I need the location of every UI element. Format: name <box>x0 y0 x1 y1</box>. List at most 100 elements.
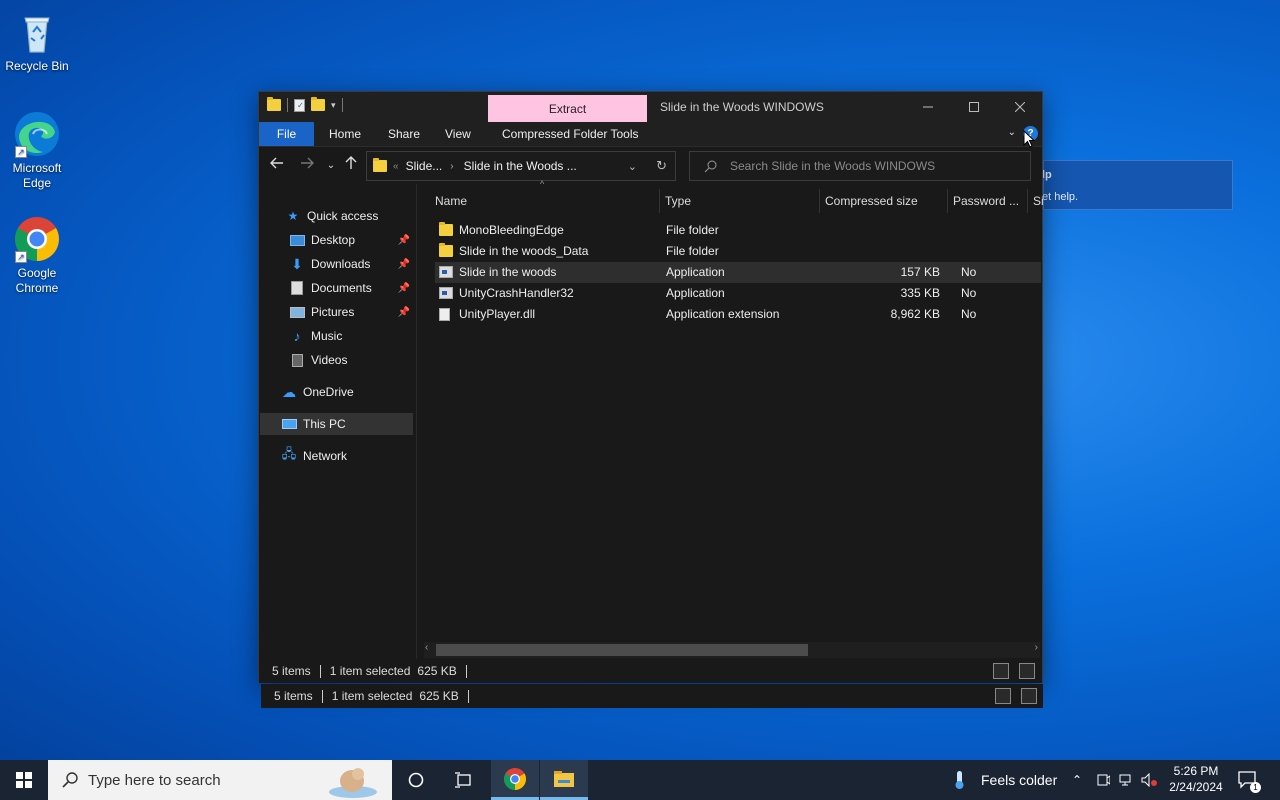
pictures-icon <box>289 305 305 319</box>
breadcrumb-separator-icon[interactable]: › <box>450 161 453 172</box>
tooltip-title: lp <box>1042 169 1052 181</box>
tab-file[interactable]: File <box>259 122 314 146</box>
clock-time: 5:26 PM <box>1173 764 1219 778</box>
scroll-left-icon[interactable]: ‹ <box>425 642 428 653</box>
file-name: UnityCrashHandler32 <box>459 286 574 300</box>
desktop-icon-recycle-bin[interactable]: Recycle Bin <box>4 8 70 74</box>
file-row[interactable]: Slide in the woods_Data File folder <box>435 241 1041 262</box>
file-row[interactable]: Slide in the woods Application 157 KB No <box>435 262 1041 283</box>
minimize-button[interactable] <box>905 92 951 122</box>
nav-downloads[interactable]: ⬇ Downloads 📌 <box>289 253 414 275</box>
details-view-button[interactable] <box>993 663 1009 679</box>
search-placeholder: Search Slide in the Woods WINDOWS <box>730 159 936 173</box>
column-header-name[interactable]: Name <box>430 189 660 213</box>
system-clock[interactable]: 5:26 PM 2/24/2024 <box>1166 763 1226 795</box>
details-view-button[interactable] <box>995 688 1011 704</box>
forward-button[interactable] <box>297 156 317 176</box>
large-icons-view-button[interactable] <box>1019 663 1035 679</box>
documents-icon <box>289 281 305 295</box>
task-view-icon <box>455 772 471 788</box>
sort-ascending-icon: ^ <box>540 179 545 189</box>
column-header-compressed-size[interactable]: Compressed size <box>820 189 948 213</box>
status-item-count: 5 items <box>274 689 313 703</box>
action-center-button[interactable]: 1 <box>1238 760 1261 800</box>
file-type: File folder <box>666 244 719 258</box>
status-size: 625 KB <box>419 689 459 703</box>
up-button[interactable] <box>341 156 361 176</box>
network-status-icon[interactable] <box>1119 760 1135 800</box>
nav-onedrive[interactable]: ☁ OneDrive <box>281 381 414 403</box>
show-hidden-icons-button[interactable]: ⌃ <box>1072 760 1082 800</box>
recent-locations-icon[interactable]: ⌄ <box>321 156 341 176</box>
shortcut-arrow-icon: ↗ <box>15 146 27 158</box>
cortana-button[interactable] <box>392 760 440 800</box>
horizontal-scrollbar[interactable]: ‹ › <box>424 642 1040 658</box>
start-button[interactable] <box>0 760 48 800</box>
tab-home[interactable]: Home <box>315 122 375 146</box>
task-view-button[interactable] <box>440 760 488 800</box>
weather-text: Feels colder <box>981 772 1058 788</box>
address-dropdown-icon[interactable]: ⌄ <box>628 160 637 173</box>
large-icons-view-button[interactable] <box>1021 688 1037 704</box>
back-button[interactable] <box>267 156 287 176</box>
nav-network[interactable]: 🖧 Network <box>281 445 414 467</box>
file-row[interactable]: UnityCrashHandler32 Application 335 KB No <box>435 283 1041 304</box>
nav-this-pc[interactable]: This PC <box>260 413 413 435</box>
status-item-count: 5 items <box>272 664 311 678</box>
weather-widget[interactable]: Feels colder <box>950 760 1057 800</box>
breadcrumb-item[interactable]: Slide... <box>406 159 443 173</box>
desktop-icon-chrome[interactable]: ↗ Google Chrome <box>4 215 70 296</box>
new-folder-icon[interactable] <box>311 97 325 111</box>
nav-pictures[interactable]: Pictures 📌 <box>289 301 414 323</box>
file-list: ^ Name Type Compressed size Password ...… <box>416 179 1044 659</box>
refresh-icon[interactable]: ↻ <box>656 158 667 174</box>
expand-ribbon-icon[interactable]: ⌄ <box>1008 127 1016 138</box>
taskbar-chrome[interactable] <box>491 760 539 800</box>
pin-icon: 📌 <box>397 234 410 246</box>
tab-view[interactable]: View <box>431 122 485 146</box>
meet-now-icon[interactable] <box>1096 760 1110 800</box>
scroll-right-icon[interactable]: › <box>1035 642 1038 653</box>
taskbar-file-explorer[interactable] <box>540 760 588 800</box>
recycle-bin-icon <box>13 8 61 56</box>
download-icon: ⬇ <box>291 255 303 272</box>
window-title: Slide in the Woods WINDOWS <box>660 100 824 114</box>
search-input[interactable]: Search Slide in the Woods WINDOWS <box>689 151 1031 181</box>
extract-context-tab[interactable]: Extract <box>488 95 647 122</box>
tab-compressed-folder-tools[interactable]: Compressed Folder Tools <box>488 122 653 146</box>
file-compressed-size: 8,962 KB <box>890 307 940 321</box>
taskbar-search-placeholder: Type here to search <box>88 771 221 789</box>
customize-qat-icon[interactable]: ▾ <box>331 100 336 111</box>
quick-access-toolbar: ✓ ▾ <box>267 97 343 112</box>
properties-icon[interactable]: ✓ <box>294 98 305 112</box>
column-header-type[interactable]: Type <box>660 189 820 213</box>
file-password: No <box>961 307 977 321</box>
file-compressed-size: 157 KB <box>900 265 940 279</box>
ribbon-tabs: File Home Share View Compressed Folder T… <box>259 122 1042 147</box>
column-header-password[interactable]: Password ... <box>948 189 1028 213</box>
nav-documents[interactable]: Documents 📌 <box>289 277 414 299</box>
nav-videos[interactable]: Videos <box>289 349 414 371</box>
thermometer-icon <box>955 771 964 789</box>
nav-quick-access[interactable]: ★ Quick access <box>285 205 413 227</box>
nav-desktop[interactable]: Desktop 📌 <box>289 229 414 251</box>
status-bar-ghost: 5 items 1 item selected 625 KB <box>261 684 1043 708</box>
nav-music[interactable]: ♪ Music <box>289 325 414 347</box>
tab-share[interactable]: Share <box>374 122 434 146</box>
column-header-size[interactable]: Si <box>1028 189 1044 213</box>
file-row[interactable]: MonoBleedingEdge File folder <box>435 220 1041 241</box>
desktop-icon-edge[interactable]: ↗ Microsoft Edge <box>4 110 70 191</box>
file-compressed-size <box>826 220 940 241</box>
nav-label: Desktop <box>311 233 356 247</box>
overflow-chevron-icon[interactable]: « <box>393 161 399 172</box>
scrollbar-thumb[interactable] <box>436 644 808 656</box>
maximize-button[interactable] <box>951 92 997 122</box>
file-row[interactable]: UnityPlayer.dll Application extension 8,96… <box>435 304 1041 325</box>
taskbar-search-input[interactable]: Type here to search <box>48 760 392 800</box>
divider <box>341 98 343 112</box>
volume-muted-icon[interactable] <box>1141 760 1159 800</box>
close-button[interactable] <box>997 92 1043 122</box>
pin-icon: 📌 <box>397 282 410 294</box>
breadcrumb-item[interactable]: Slide in the Woods ... <box>464 159 577 173</box>
address-field[interactable]: « Slide... › Slide in the Woods ... ⌄ ↻ <box>366 151 676 181</box>
